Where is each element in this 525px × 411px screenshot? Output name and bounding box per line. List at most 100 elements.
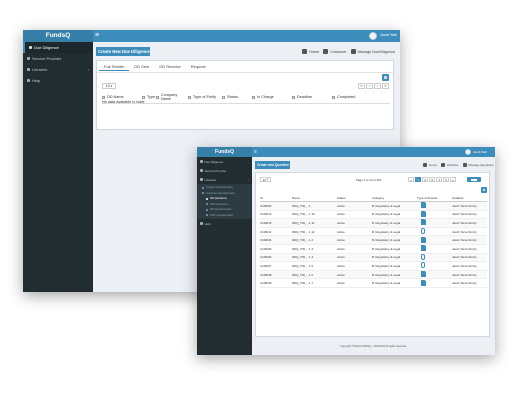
avatar[interactable] (465, 149, 471, 155)
column-header-completed[interactable]: Completed (332, 93, 372, 101)
sidebar-subitem-label: DDF Questionnaire (210, 213, 234, 217)
chevron-left-icon: ‹ (87, 67, 89, 72)
document-icon[interactable] (421, 271, 426, 278)
avatar[interactable] (369, 32, 377, 40)
breadcrumb-home[interactable]: Home (309, 50, 319, 54)
document-icon[interactable] (421, 210, 426, 217)
breadcrumb-customer[interactable]: Customer (330, 50, 346, 54)
sidebar-item-libraries[interactable]: Libraries ‹ (23, 64, 93, 75)
table-row[interactable]: C10ID13 DDQ_T06_...1.11 Active B. Regulator… (260, 219, 487, 228)
table-row[interactable]: C10ID12 DDQ_T06_...1.10 Active B. Regulator… (260, 210, 487, 220)
pager-button[interactable]: 2 (422, 177, 428, 182)
pager-button[interactable]: 3 (429, 177, 435, 182)
sidebar-item-due-diligence[interactable]: Due Diligence (23, 42, 93, 53)
table-row[interactable]: C10ID06 DDQ_T06_...1.4 Active B. Regulatory… (260, 253, 487, 263)
sidebar-item-help[interactable]: Help (197, 219, 252, 228)
brand-logo[interactable]: FundsQ (197, 147, 252, 157)
sidebar-item-label: Libraries (204, 177, 217, 182)
chevron-left-icon: ‹ (248, 177, 249, 182)
sidebar-item-due-diligence[interactable]: Due Diligence (197, 157, 252, 166)
column-header-name[interactable]: Name (292, 196, 337, 200)
checkbox-icon[interactable] (252, 95, 255, 99)
column-header-type-of-entity[interactable]: Type of Entity (188, 93, 222, 101)
pager-button[interactable]: 4 (436, 177, 442, 182)
document-icon[interactable] (421, 279, 426, 286)
column-header-label: DD Name (107, 95, 124, 99)
pager-button[interactable]: » (382, 83, 389, 89)
pager-button[interactable]: « (408, 177, 414, 182)
create-question-button[interactable]: Create new Question (255, 161, 290, 169)
cell-name: DDQ_T06_...1.11 (292, 220, 315, 225)
column-header-id[interactable]: Id (260, 196, 292, 200)
cell-answer-icon (417, 245, 452, 252)
page-size-select[interactable]: 10 ▾ (260, 177, 271, 182)
pager-button[interactable]: « (358, 83, 365, 89)
tab-request[interactable]: Request (186, 63, 211, 71)
table-row[interactable]: C10ID07 DDQ_T06_...1.5 Active B. Regulatory… (260, 262, 487, 271)
document-icon[interactable] (421, 236, 426, 243)
tab-full-shelter[interactable]: Full Shelter (99, 63, 130, 71)
search-button[interactable] (382, 74, 389, 81)
back-table-card: Full Shelter DD Sent DD Receive Request 10 ▾… (96, 60, 394, 130)
column-header-updated[interactable]: Updated (452, 196, 487, 200)
checkbox-icon[interactable] (292, 95, 295, 99)
sidebar-item-service-provider[interactable]: Service Provider (197, 166, 252, 175)
pager-button[interactable]: » (450, 177, 456, 182)
pager-button[interactable]: 1 (415, 177, 421, 182)
create-due-diligence-button[interactable]: Create New Due Diligence (96, 47, 150, 56)
tab-dd-receive[interactable]: DD Receive (154, 63, 185, 71)
pager-button[interactable]: 5 (443, 177, 449, 182)
column-header-status[interactable]: Status (222, 93, 252, 101)
brand-logo[interactable]: FundsQ (23, 30, 93, 42)
document-icon[interactable] (421, 202, 426, 209)
pager-button[interactable]: ‹ (366, 83, 373, 89)
breadcrumb-home[interactable]: Home (429, 163, 437, 167)
checkbox-icon[interactable] (222, 95, 225, 99)
document-icon[interactable] (421, 245, 426, 252)
attachment-icon[interactable] (421, 262, 425, 269)
user-name[interactable]: Jacob Wall (473, 150, 487, 154)
column-header-company-name[interactable]: Company Name (156, 93, 188, 101)
sidebar-item-service-provider[interactable]: Service Provider (23, 53, 93, 64)
table-row[interactable]: C10ID14 DDQ_T06_...1.12 Active B. Regulator… (260, 228, 487, 237)
cell-answer-icon (417, 228, 452, 235)
column-header-label: Completed (337, 95, 356, 99)
attachment-icon[interactable] (421, 228, 425, 235)
sidebar-subitem-ddf-questionnaire[interactable]: DDF Questionnaire (197, 213, 252, 219)
checkbox-icon[interactable] (142, 95, 145, 99)
circle-icon (206, 197, 208, 200)
table-row[interactable]: C10ID04 DDQ_T06_...1.2 Active B. Regulatory… (260, 236, 487, 245)
column-header-label: In Charge (257, 95, 274, 99)
hamburger-icon[interactable]: ≡ (95, 30, 99, 42)
sidebar-item-help[interactable]: Help (23, 75, 93, 86)
column-header-status[interactable]: Status (337, 196, 372, 200)
hamburger-icon[interactable]: ≡ (254, 147, 257, 157)
column-header-in-charge[interactable]: In Charge (252, 93, 292, 101)
table-row[interactable]: C10ID09 DDQ_T06_...1.7 Active B. Regulatory… (260, 279, 487, 288)
checkbox-icon[interactable] (102, 95, 105, 99)
tab-dd-sent[interactable]: DD Sent (129, 63, 154, 71)
column-header-type-of-answer[interactable]: Type of Answer (417, 196, 452, 200)
checkbox-icon[interactable] (332, 95, 335, 99)
column-header-category[interactable]: Category (372, 196, 417, 200)
column-header-deadline[interactable]: Deadline (292, 93, 332, 101)
sidebar-item-label: Libraries (32, 67, 48, 72)
table-row[interactable]: C10ID08 DDQ_T06_...1.6 Active B. Regulatory… (260, 270, 487, 280)
page-size-select[interactable]: 10 ▾ (102, 83, 116, 89)
user-name[interactable]: Jacob Wall (380, 33, 397, 37)
table-row[interactable]: C10ID05 DDQ_T06_...1.3 Active B. Regulatory… (260, 245, 487, 254)
search-button[interactable] (481, 187, 487, 193)
attachment-icon[interactable] (421, 253, 425, 260)
checkbox-icon[interactable] (156, 95, 159, 99)
tab-bar: Full Shelter DD Sent DD Receive Request (99, 63, 211, 71)
breadcrumb-libraries[interactable]: Libraries (447, 163, 459, 167)
table-row[interactable]: C10ID03 DDQ_T06_...1 Active B. Regulatory &… (260, 202, 487, 211)
sidebar-item-libraries[interactable]: Libraries ‹ (197, 175, 252, 184)
cell-id: C10ID09 (260, 281, 272, 286)
pager-button[interactable]: › (374, 83, 381, 89)
checkbox-icon[interactable] (188, 95, 191, 99)
filter-button[interactable] (467, 177, 481, 182)
table-header: DD Name Type Company Name Type of Entity Sta… (102, 93, 390, 104)
cell-category: B. Regulatory & Legal (372, 212, 401, 217)
document-icon[interactable] (421, 219, 426, 226)
